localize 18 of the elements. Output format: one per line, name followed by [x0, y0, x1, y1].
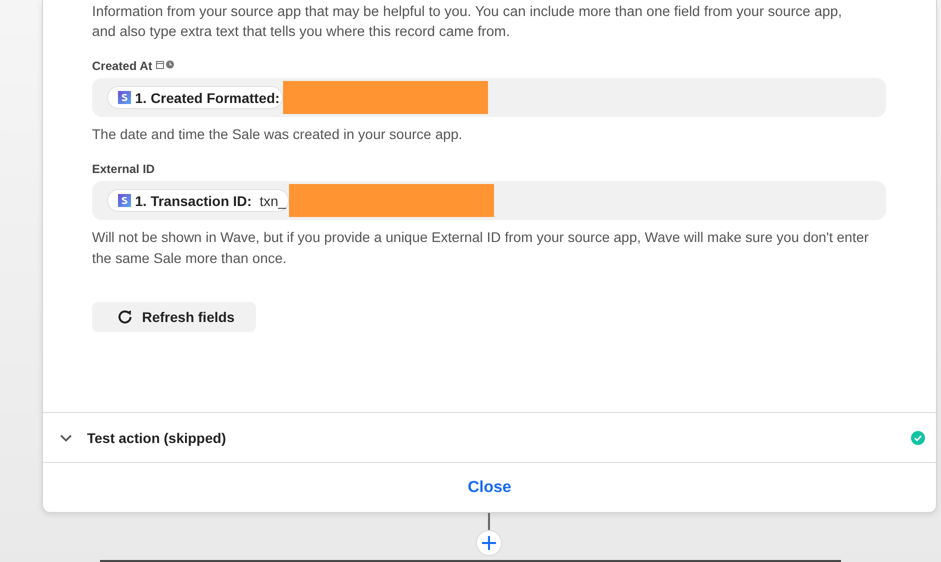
input-field[interactable]: 1. Created Formatted:	[92, 78, 886, 117]
refresh-icon	[116, 308, 134, 326]
test-action-section[interactable]: Test action (skipped)	[43, 412, 936, 463]
field-label: Created At	[92, 59, 152, 73]
field-token[interactable]: 1. Transaction ID: txn_	[107, 189, 290, 212]
input-field[interactable]: 1. Transaction ID: txn_	[92, 181, 886, 220]
plus-icon	[480, 535, 496, 551]
app-logo-icon	[118, 194, 131, 207]
refresh-button[interactable]: Refresh fields	[92, 302, 256, 332]
app-logo-icon	[118, 91, 131, 104]
help-text: Will not be shown in Wave, but if you provide a unique External ID from your source app, Wave will make sure you don't enter the same Sale more than once.	[92, 228, 870, 268]
section-title: Test action (skipped)	[87, 430, 227, 446]
field-label: External ID	[92, 162, 155, 176]
help-text: The date and time the Sale was created in your source app.	[92, 125, 464, 144]
field-token[interactable]: 1. Created Formatted:	[107, 86, 283, 109]
intro-text: Information from your source app that may be helpful to you. You can include more than one field from your source app, and also type extra text that tells you where this record came from.	[92, 3, 844, 42]
close-button[interactable]: Close	[462, 478, 518, 498]
add-step-button[interactable]	[476, 530, 502, 556]
